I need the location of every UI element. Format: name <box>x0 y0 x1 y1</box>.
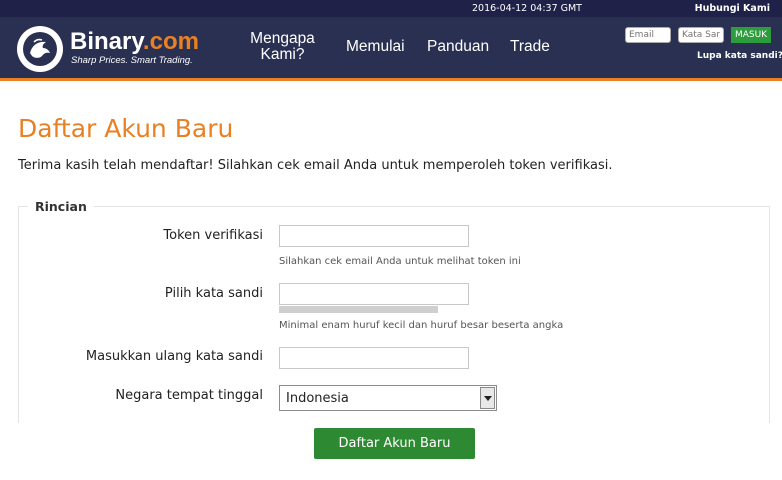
server-time: 2016-04-12 04:37 GMT <box>472 3 582 14</box>
bull-logo-icon <box>17 26 63 72</box>
nav-getting-started[interactable]: Memulai <box>346 39 405 55</box>
fieldset-legend: Rincian <box>28 199 94 214</box>
nav-guide[interactable]: Panduan <box>427 39 489 55</box>
login-email-input[interactable] <box>625 27 671 43</box>
login-password-input[interactable] <box>678 27 724 43</box>
country-label: Negara tempat tinggal <box>115 388 263 403</box>
brand-tagline: Sharp Prices. Smart Trading. <box>71 55 193 66</box>
brand-name: Binary.com <box>70 28 199 56</box>
header-accent-line <box>0 78 782 81</box>
create-account-button[interactable]: Daftar Akun Baru <box>314 428 475 459</box>
password-label: Pilih kata sandi <box>164 286 263 301</box>
repeat-password-label: Masukkan ulang kata sandi <box>85 349 263 364</box>
country-select[interactable]: Indonesia <box>279 385 497 411</box>
forgot-password-link[interactable]: Lupa kata sandi? <box>697 51 782 61</box>
top-utility-bar: 2016-04-12 04:37 GMT Hubungi Kami <box>0 0 782 17</box>
nav-trade[interactable]: Trade <box>510 39 550 55</box>
repeat-password-input[interactable] <box>279 347 469 369</box>
site-header: Binary.com Sharp Prices. Smart Trading. … <box>0 17 782 78</box>
password-strength-bar <box>279 306 438 313</box>
intro-message: Terima kasih telah mendaftar! Silahkan c… <box>18 158 613 173</box>
password-hint: Minimal enam huruf kecil dan huruf besar… <box>279 320 564 331</box>
login-button[interactable]: MASUK <box>731 27 771 43</box>
contact-us-link[interactable]: Hubungi Kami <box>695 3 770 14</box>
nav-why-us[interactable]: Mengapa Kami? <box>245 31 320 63</box>
dropdown-arrow-icon[interactable] <box>480 387 495 409</box>
site-logo[interactable]: Binary.com Sharp Prices. Smart Trading. <box>17 26 199 72</box>
page-title: Daftar Akun Baru <box>18 114 234 143</box>
token-label: Token verifikasi <box>163 228 263 243</box>
verification-token-input[interactable] <box>279 225 469 247</box>
token-hint: Silahkan cek email Anda untuk melihat to… <box>279 256 521 267</box>
country-selected-value: Indonesia <box>286 391 349 406</box>
brand-name-suffix: .com <box>142 28 199 55</box>
password-input[interactable] <box>279 283 469 305</box>
brand-name-main: Binary <box>70 28 143 55</box>
